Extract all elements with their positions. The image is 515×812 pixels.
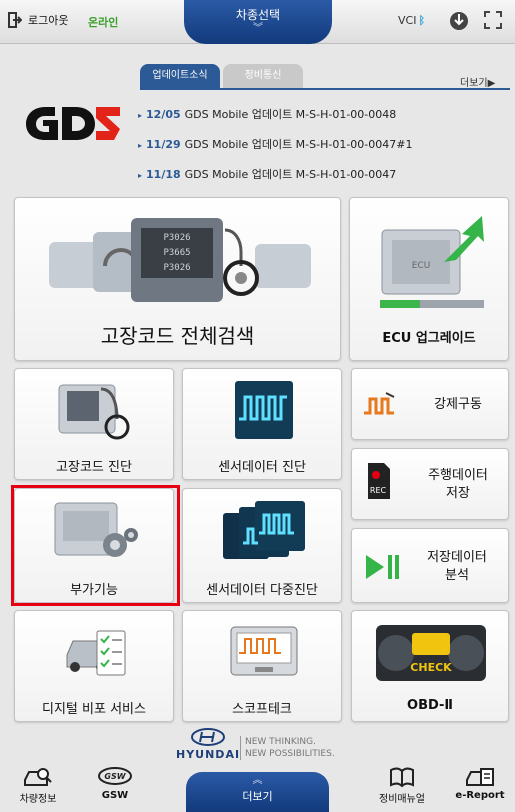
dtc-diagnosis-tile[interactable]: 고장코드 진단 bbox=[14, 368, 174, 480]
svg-text:REC: REC bbox=[370, 486, 387, 495]
bullet-icon: ▸ bbox=[138, 111, 143, 120]
multi-waveform-icon bbox=[223, 501, 305, 559]
obd2-label: OBD-Ⅱ bbox=[407, 698, 453, 713]
hyundai-wordmark: HYUNDAI bbox=[176, 748, 241, 761]
scope-tech-label: 스코프테크 bbox=[232, 702, 292, 717]
dtc-full-search-label: 고장코드 전체검색 bbox=[100, 324, 255, 348]
svg-text:GSW: GSW bbox=[104, 772, 126, 781]
bluetooth-icon: ᛒ bbox=[418, 14, 426, 27]
drive-data-record-label: 주행데이터 저장 bbox=[428, 468, 488, 501]
chevron-down-icon: ︾ bbox=[253, 23, 263, 34]
sd-card-rec-icon: REC bbox=[368, 463, 390, 499]
logout-button[interactable]: 로그아웃 bbox=[8, 12, 68, 28]
selection-highlight bbox=[11, 485, 180, 606]
hyundai-logo-icon bbox=[191, 728, 225, 746]
e-report-label: e-Report bbox=[455, 790, 505, 801]
sensor-multi-diagnosis-tile[interactable]: 센서데이터 다중진단 bbox=[182, 488, 342, 603]
bullet-icon: ▸ bbox=[138, 171, 143, 180]
dtc-diagnosis-label: 고장코드 진단 bbox=[56, 460, 132, 475]
news-item[interactable]: ▸ 11/18 GDS Mobile 업데이트 M-S-H-01-00-0047 bbox=[138, 166, 396, 182]
chevron-up-icon: ︽ bbox=[252, 775, 263, 786]
download-icon[interactable] bbox=[448, 10, 470, 32]
saved-data-analysis-tile[interactable]: 저장데이터 분석 bbox=[351, 528, 509, 603]
ecu-upgrade-icon: ECU bbox=[380, 216, 484, 308]
news-item[interactable]: ▸ 12/05 GDS Mobile 업데이트 M-S-H-01-00-0048 bbox=[138, 106, 396, 122]
book-icon bbox=[372, 766, 432, 790]
car-select-label: 차종선택 bbox=[235, 8, 281, 22]
service-manual-label: 정비매뉴얼 bbox=[379, 794, 425, 805]
svg-text:CHECK: CHECK bbox=[410, 661, 452, 674]
tab-update-news[interactable]: 업데이트소식 bbox=[140, 64, 220, 88]
car-report-icon bbox=[452, 766, 508, 790]
news-more-link[interactable]: 더보기▶ bbox=[460, 74, 495, 89]
digital-before-service-label: 디지털 비포 서비스 bbox=[42, 702, 146, 717]
car-checklist-icon bbox=[66, 630, 126, 676]
more-menu-button[interactable]: ︽ 더보기 bbox=[186, 772, 329, 812]
ecu-upgrade-label: ECU 업그레이드 bbox=[382, 331, 476, 346]
play-pause-icon bbox=[366, 555, 399, 579]
vehicle-info-button[interactable]: 차량정보 bbox=[12, 766, 64, 805]
scope-tech-tile[interactable]: 스코프테크 bbox=[182, 610, 342, 722]
logout-icon bbox=[8, 12, 23, 28]
actuation-icon bbox=[364, 392, 395, 415]
svg-text:P3026: P3026 bbox=[163, 233, 190, 243]
obd2-tile[interactable]: CHECK OBD-Ⅱ bbox=[351, 610, 509, 722]
actuation-test-tile[interactable]: 강제구동 bbox=[351, 368, 509, 440]
tab-divider bbox=[140, 88, 510, 90]
vehicle-info-label: 차량정보 bbox=[19, 794, 57, 805]
top-bar: 로그아웃 온라인 차종선택 ︾ VCI ᛒ bbox=[0, 0, 515, 44]
bullet-icon: ▸ bbox=[138, 141, 143, 150]
more-menu-label: 더보기 bbox=[242, 790, 273, 803]
tab-service-news[interactable]: 정비통신 bbox=[223, 64, 303, 88]
check-engine-icon: CHECK bbox=[376, 625, 486, 681]
drive-data-record-tile[interactable]: REC 주행데이터 저장 bbox=[351, 448, 509, 520]
vci-label: VCI bbox=[398, 14, 417, 27]
car-select-button[interactable]: 차종선택 ︾ bbox=[184, 0, 332, 44]
digital-before-service-tile[interactable]: 디지털 비포 서비스 bbox=[14, 610, 174, 722]
logout-label: 로그아웃 bbox=[28, 14, 69, 27]
svg-text:ECU: ECU bbox=[412, 261, 431, 271]
e-report-button[interactable]: e-Report bbox=[452, 766, 508, 801]
ecu-upgrade-tile[interactable]: ECU ECU 업그레이드 bbox=[349, 197, 509, 361]
news-item[interactable]: ▸ 11/29 GDS Mobile 업데이트 M-S-H-01-00-0047#1 bbox=[138, 136, 412, 152]
gsw-button[interactable]: GSW GSW bbox=[90, 766, 140, 801]
actuation-label: 강제구동 bbox=[434, 397, 482, 412]
svg-text:P3026: P3026 bbox=[163, 263, 190, 273]
hyundai-slogan: NEW THINKING. NEW POSSIBILITIES. bbox=[240, 736, 335, 760]
sensor-multi-diagnosis-label: 센서데이터 다중진단 bbox=[206, 583, 318, 598]
car-search-icon bbox=[12, 766, 64, 790]
vci-status: VCI ᛒ bbox=[398, 14, 425, 27]
ecu-stethoscope-icon bbox=[58, 384, 130, 440]
service-manual-button[interactable]: 정비매뉴얼 bbox=[372, 766, 432, 805]
gsw-label: GSW bbox=[101, 790, 129, 801]
sensor-data-diagnosis-tile[interactable]: 센서데이터 진단 bbox=[182, 368, 342, 480]
oscilloscope-icon bbox=[230, 626, 298, 676]
gsw-logo-icon: GSW bbox=[90, 766, 140, 790]
sensor-data-diagnosis-label: 센서데이터 진단 bbox=[218, 460, 306, 475]
saved-data-analysis-label: 저장데이터 분석 bbox=[427, 550, 487, 583]
gds-logo bbox=[22, 104, 124, 144]
engine-diagnosis-icon: P3026 P3665 P3026 bbox=[49, 218, 311, 302]
online-status: 온라인 bbox=[88, 16, 119, 29]
hyundai-brand: HYUNDAI NEW THINKING. NEW POSSIBILITIES. bbox=[176, 728, 366, 762]
news-tabs: 업데이트소식 정비통신 bbox=[140, 64, 306, 88]
dtc-full-search-tile[interactable]: P3026 P3665 P3026 고장코드 전체검색 bbox=[14, 197, 341, 361]
fullscreen-icon[interactable] bbox=[482, 10, 504, 32]
svg-text:P3665: P3665 bbox=[163, 248, 190, 258]
waveform-icon bbox=[235, 381, 293, 439]
